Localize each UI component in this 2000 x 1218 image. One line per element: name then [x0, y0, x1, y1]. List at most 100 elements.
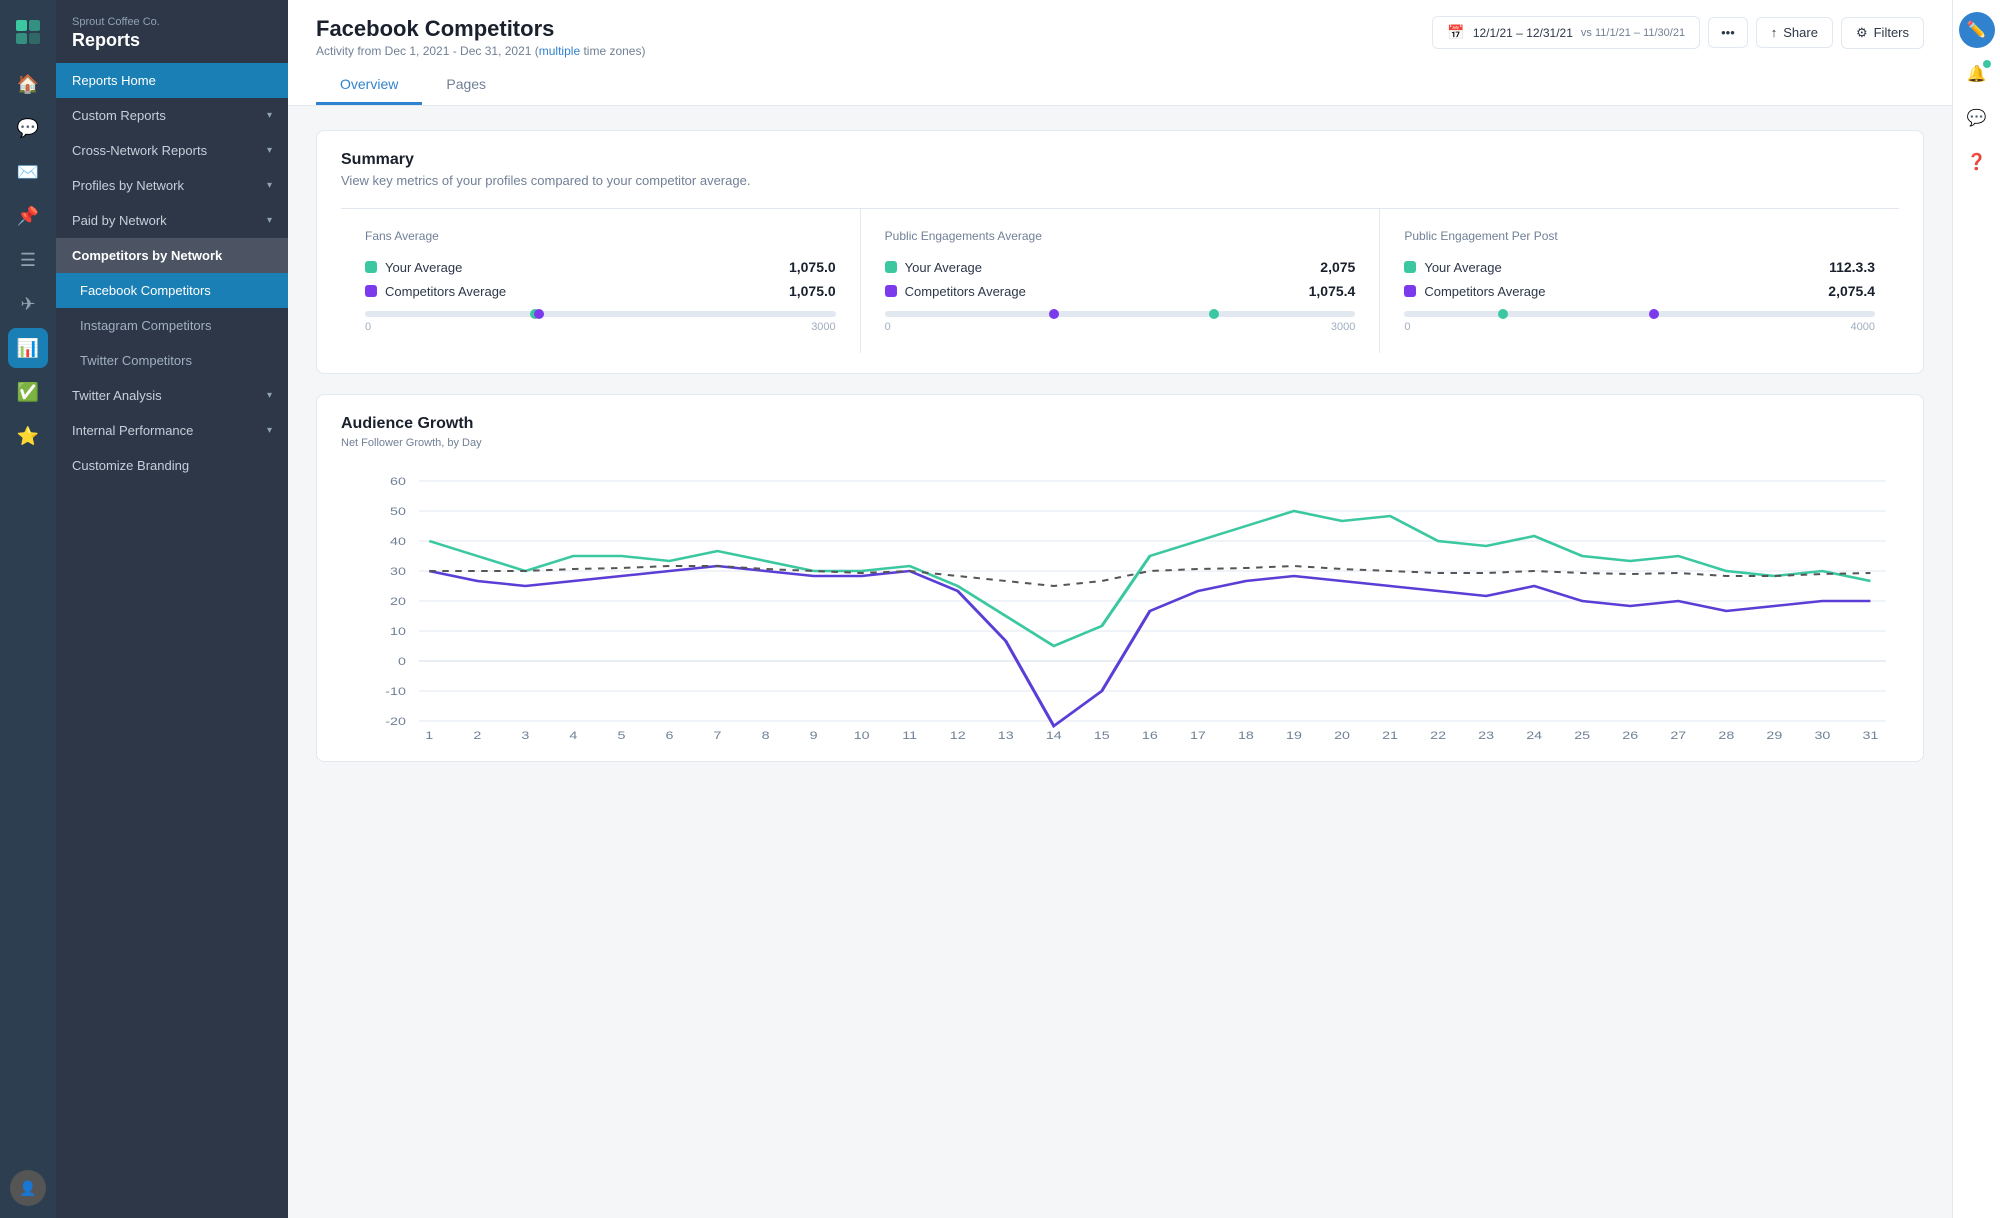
tabs: Overview Pages — [316, 66, 1924, 105]
svg-text:31: 31 — [1862, 729, 1878, 741]
svg-text:4: 4 — [569, 729, 577, 741]
sidebar-item-competitors-by-network[interactable]: Competitors by Network — [56, 238, 288, 273]
svg-text:13: 13 — [998, 729, 1014, 741]
sidebar-item-label: Custom Reports — [72, 108, 166, 123]
audience-growth-chart: 60 50 40 30 20 — [341, 461, 1899, 741]
comp-marker — [1049, 309, 1059, 319]
page-header: Facebook Competitors Activity from Dec 1… — [288, 0, 1952, 106]
chevron-down-icon: ▾ — [267, 425, 272, 436]
company-name: Sprout Coffee Co. — [72, 16, 272, 28]
sidebar-item-internal-performance[interactable]: Internal Performance ▾ — [56, 413, 288, 448]
notification-badge — [1983, 60, 1991, 68]
svg-text:9: 9 — [810, 729, 818, 741]
svg-text:15: 15 — [1094, 729, 1110, 741]
svg-text:7: 7 — [714, 729, 722, 741]
more-options-button[interactable]: ••• — [1708, 17, 1748, 48]
tab-overview[interactable]: Overview — [316, 66, 422, 105]
nav-icon-tasks[interactable]: ✅ — [8, 372, 48, 412]
brand-logo — [8, 12, 48, 52]
right-icon-notifications[interactable]: 🔔 — [1959, 56, 1995, 92]
nav-icon-pin[interactable]: 📌 — [8, 196, 48, 236]
metric-engagement-per-post: Public Engagement Per Post Your Average … — [1380, 209, 1899, 353]
icon-bar: 🏠 💬 ✉️ 📌 ☰ ✈ 📊 ✅ ⭐ 👤 — [0, 0, 56, 1218]
user-avatar[interactable]: 👤 — [10, 1170, 46, 1206]
right-icon-bar: ✏️ 🔔 💬 ❓ — [1952, 0, 2000, 1218]
nav-icon-home[interactable]: 🏠 — [8, 64, 48, 104]
your-average-value: 1,075.0 — [789, 259, 836, 275]
svg-text:24: 24 — [1526, 729, 1542, 741]
svg-text:3: 3 — [521, 729, 529, 741]
x-axis: 1 2 3 4 5 6 7 8 9 10 11 12 13 14 — [417, 729, 1879, 741]
svg-text:6: 6 — [666, 729, 674, 741]
sidebar-item-cross-network[interactable]: Cross-Network Reports ▾ — [56, 133, 288, 168]
purple-dot-icon — [1404, 285, 1416, 297]
comp-average-row: Competitors Average 1,075.4 — [885, 283, 1356, 299]
nav-icon-list[interactable]: ☰ — [8, 240, 48, 280]
right-icon-help[interactable]: ❓ — [1959, 144, 1995, 180]
right-icon-compose[interactable]: ✏️ — [1959, 12, 1995, 48]
svg-text:23: 23 — [1478, 729, 1494, 741]
share-button[interactable]: ↑ Share — [1756, 17, 1833, 48]
sidebar-item-custom-reports[interactable]: Custom Reports ▾ — [56, 98, 288, 133]
sidebar-item-label: Facebook Competitors — [80, 283, 211, 298]
nav-icon-inbox[interactable]: 💬 — [8, 108, 48, 148]
slider-track — [1404, 311, 1875, 317]
svg-text:5: 5 — [617, 729, 625, 741]
metric-fans-average: Fans Average Your Average 1,075.0 Compet… — [341, 209, 861, 353]
sidebar-item-paid-by-network[interactable]: Paid by Network ▾ — [56, 203, 288, 238]
page-subtitle: Activity from Dec 1, 2021 - Dec 31, 2021… — [316, 44, 645, 58]
nav-icon-send[interactable]: ✈ — [8, 284, 48, 324]
comp-average-row: Competitors Average 1,075.0 — [365, 283, 836, 299]
chevron-down-icon: ▾ — [267, 180, 272, 191]
sidebar-item-instagram-competitors[interactable]: Instagram Competitors — [56, 308, 288, 343]
svg-text:20: 20 — [390, 595, 406, 608]
sidebar-item-twitter-competitors[interactable]: Twitter Competitors — [56, 343, 288, 378]
comp-average-row: Competitors Average 2,075.4 — [1404, 283, 1875, 299]
timezone-link[interactable]: multiple — [539, 44, 580, 58]
chart-label: Net Follower Growth, by Day — [341, 437, 1899, 449]
svg-text:2: 2 — [473, 729, 481, 741]
nav-icon-reports[interactable]: 📊 — [8, 328, 48, 368]
teal-line — [429, 511, 1870, 646]
svg-text:30: 30 — [390, 565, 406, 578]
audience-growth-card: Audience Growth Net Follower Growth, by … — [316, 394, 1924, 762]
metric-label: Public Engagements Average — [885, 229, 1356, 243]
svg-text:-10: -10 — [385, 685, 406, 698]
subtitle-text: Activity from Dec 1, 2021 - Dec 31, 2021… — [316, 44, 539, 58]
slider-labels: 0 3000 — [365, 321, 836, 333]
svg-text:8: 8 — [762, 729, 770, 741]
right-icon-chat[interactable]: 💬 — [1959, 100, 1995, 136]
sidebar-item-label: Cross-Network Reports — [72, 143, 207, 158]
nav-icon-star[interactable]: ⭐ — [8, 416, 48, 456]
svg-text:28: 28 — [1718, 729, 1734, 741]
sidebar-item-profiles-by-network[interactable]: Profiles by Network ▾ — [56, 168, 288, 203]
svg-text:11: 11 — [902, 729, 917, 741]
teal-dot-icon — [1404, 261, 1416, 273]
svg-text:16: 16 — [1142, 729, 1158, 741]
svg-text:17: 17 — [1190, 729, 1206, 741]
tab-pages[interactable]: Pages — [422, 66, 510, 105]
your-average-value: 2,075 — [1320, 259, 1355, 275]
sidebar-item-twitter-analysis[interactable]: Twitter Analysis ▾ — [56, 378, 288, 413]
sidebar-item-customize-branding[interactable]: Customize Branding — [56, 448, 288, 483]
calendar-icon: 📅 — [1447, 24, 1464, 41]
sidebar-item-label: Reports Home — [72, 73, 156, 88]
teal-dot-icon — [885, 261, 897, 273]
purple-dot-icon — [885, 285, 897, 297]
dotted-line — [429, 566, 1870, 586]
filter-icon: ⚙ — [1856, 25, 1868, 41]
sidebar-item-facebook-competitors[interactable]: Facebook Competitors — [56, 273, 288, 308]
summary-title: Summary — [341, 151, 1899, 169]
svg-text:40: 40 — [390, 535, 406, 548]
comp-average-label: Competitors Average — [1424, 284, 1545, 299]
nav-icon-compose[interactable]: ✉️ — [8, 152, 48, 192]
sidebar-item-reports-home[interactable]: Reports Home — [56, 63, 288, 98]
filter-button[interactable]: ⚙ Filters — [1841, 17, 1924, 49]
your-average-row: Your Average 1,075.0 — [365, 259, 836, 275]
sidebar-item-label: Competitors by Network — [72, 248, 222, 263]
share-label: Share — [1783, 25, 1818, 40]
chevron-down-icon: ▾ — [267, 145, 272, 156]
date-range-button[interactable]: 📅 12/1/21 – 12/31/21 vs 11/1/21 – 11/30/… — [1432, 16, 1700, 49]
sidebar-item-label: Instagram Competitors — [80, 318, 212, 333]
your-marker — [1498, 309, 1508, 319]
